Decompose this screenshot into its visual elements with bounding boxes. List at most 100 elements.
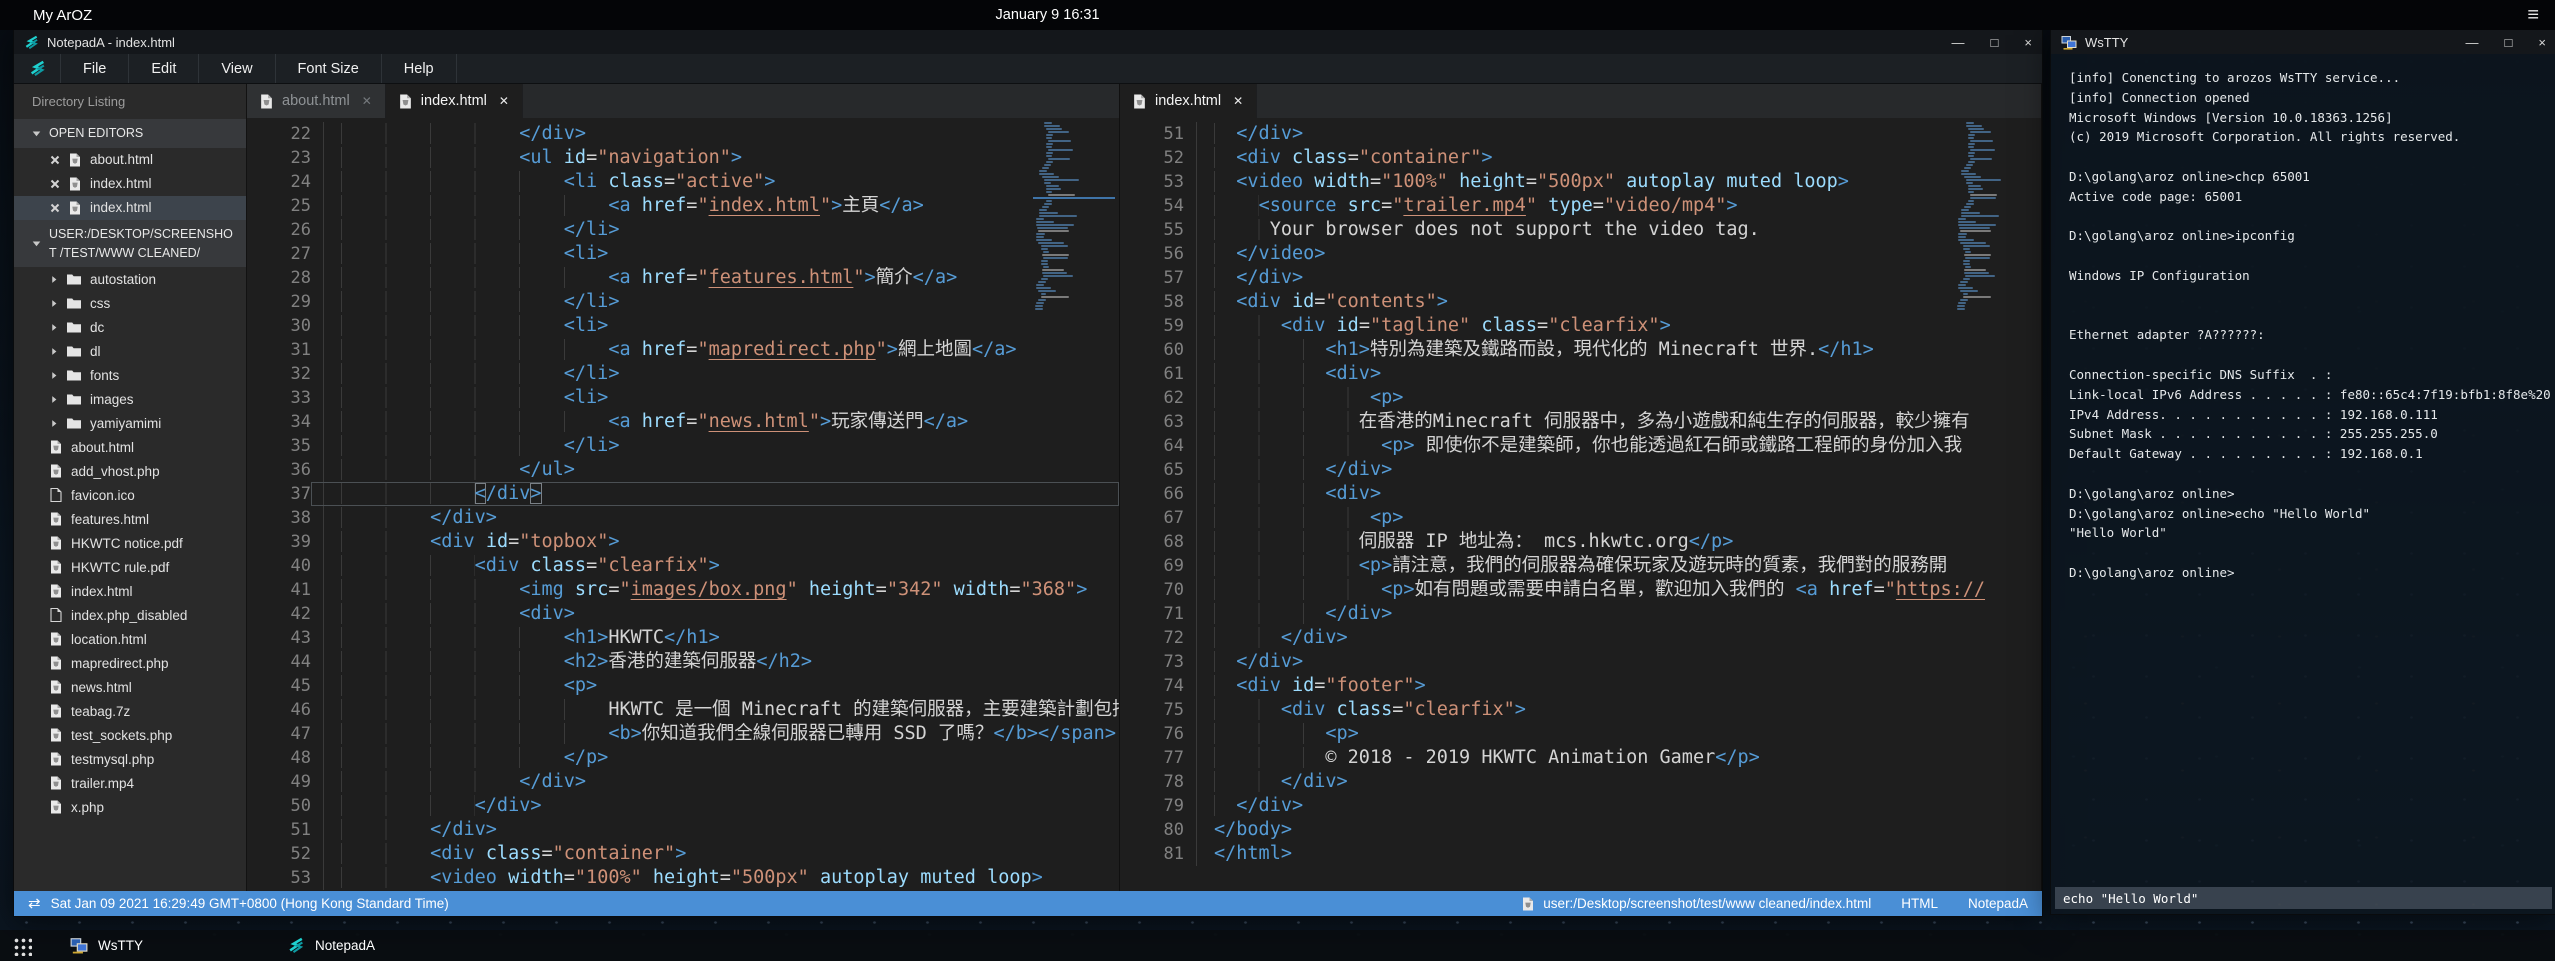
code-line[interactable]: 31 <a href="mapredirect.php">網上地圖</a> — [247, 338, 1119, 362]
code-line[interactable]: 54 <source src="trailer.mp4" type="video… — [1120, 194, 2041, 218]
file-item[interactable]: index.html — [14, 579, 246, 603]
code-line[interactable]: 45 <p> — [247, 674, 1119, 698]
folder-item[interactable]: css — [14, 291, 246, 315]
code-line[interactable]: 41 <img src="images/box.png" height="342… — [247, 578, 1119, 602]
minimize-icon[interactable]: — — [2466, 36, 2479, 49]
code-line[interactable]: 30 <li> — [247, 314, 1119, 338]
code-line[interactable]: 65 </div> — [1120, 458, 2041, 482]
code-line[interactable]: 67 <p> — [1120, 506, 2041, 530]
code-line[interactable]: 57 </div> — [1120, 266, 2041, 290]
code-line[interactable]: 49 </div> — [247, 770, 1119, 794]
code-editor[interactable]: 51 </div>52 <div class="container">53 <v… — [1120, 118, 2041, 891]
hamburger-icon[interactable]: ≡ — [2527, 5, 2539, 25]
folder-item[interactable]: images — [14, 387, 246, 411]
editor-tab[interactable]: about.html✕ — [247, 84, 386, 118]
menu-file[interactable]: File — [61, 54, 129, 83]
code-line[interactable]: 48 </p> — [247, 746, 1119, 770]
taskbar-item-wstty[interactable]: WsTTY — [54, 930, 159, 961]
taskbar-item-notepada[interactable]: NotepadA — [271, 930, 391, 961]
menu-font-size[interactable]: Font Size — [276, 54, 382, 83]
file-item[interactable]: location.html — [14, 627, 246, 651]
code-line[interactable]: 43 <h1>HKWTC</h1> — [247, 626, 1119, 650]
file-item[interactable]: x.php — [14, 795, 246, 819]
close-icon[interactable]: × — [2538, 36, 2546, 49]
close-icon[interactable]: × — [2024, 36, 2032, 49]
code-line[interactable]: 52 <div class="container"> — [1120, 146, 2041, 170]
open-editor-item[interactable]: index.html — [14, 172, 246, 196]
code-line[interactable]: 46 HKWTC 是一個 Minecraft 的建築伺服器，主要建築計劃包括鐵路 — [247, 698, 1119, 722]
maximize-icon[interactable]: □ — [1991, 36, 1999, 49]
file-item[interactable]: teabag.7z — [14, 699, 246, 723]
file-item[interactable]: news.html — [14, 675, 246, 699]
code-line[interactable]: 63 在香港的Minecraft 伺服器中，多為小遊戲和純生存的伺服器，較少擁有 — [1120, 410, 2041, 434]
code-line[interactable]: 71 </div> — [1120, 602, 2041, 626]
folder-item[interactable]: autostation — [14, 267, 246, 291]
menu-view[interactable]: View — [199, 54, 275, 83]
code-line[interactable]: 56 </video> — [1120, 242, 2041, 266]
file-item[interactable]: test_sockets.php — [14, 723, 246, 747]
minimap[interactable] — [1957, 122, 2035, 542]
maximize-icon[interactable]: □ — [2505, 36, 2513, 49]
wstty-titlebar[interactable]: WsTTY — □ × — [2051, 30, 2555, 54]
code-line[interactable]: 75 <div class="clearfix"> — [1120, 698, 2041, 722]
code-line[interactable]: 80</body> — [1120, 818, 2041, 842]
statusbar-file[interactable]: user:/Desktop/screenshot/test/www cleane… — [1522, 896, 1871, 911]
file-item[interactable]: index.php_disabled — [14, 603, 246, 627]
minimize-icon[interactable]: — — [1952, 36, 1965, 49]
code-line[interactable]: 44 <h2>香港的建築伺服器</h2> — [247, 650, 1119, 674]
code-line[interactable]: 42 <div> — [247, 602, 1119, 626]
terminal-input[interactable]: echo "Hello World" — [2055, 887, 2552, 909]
code-line[interactable]: 73 </div> — [1120, 650, 2041, 674]
code-line[interactable]: 47 <b>你知道我們全線伺服器已轉用 SSD 了嗎？</b></span> — [247, 722, 1119, 746]
file-item[interactable]: about.html — [14, 435, 246, 459]
file-item[interactable]: testmysql.php — [14, 747, 246, 771]
code-line[interactable]: 66 <div> — [1120, 482, 2041, 506]
file-item[interactable]: trailer.mp4 — [14, 771, 246, 795]
notepad-titlebar[interactable]: NotepadA - index.html — □ × — [14, 30, 2042, 54]
close-icon[interactable]: ✕ — [499, 94, 509, 108]
folder-item[interactable]: fonts — [14, 363, 246, 387]
code-line[interactable]: 72 </div> — [1120, 626, 2041, 650]
code-line[interactable]: 81</html> — [1120, 842, 2041, 866]
file-item[interactable]: mapredirect.php — [14, 651, 246, 675]
code-line[interactable]: 62 <p> — [1120, 386, 2041, 410]
code-line[interactable]: 77 © 2018 - 2019 HKWTC Animation Gamer</… — [1120, 746, 2041, 770]
code-line[interactable]: 61 <div> — [1120, 362, 2041, 386]
menu-edit[interactable]: Edit — [129, 54, 199, 83]
code-line[interactable]: 29 </li> — [247, 290, 1119, 314]
code-line[interactable]: 76 <p> — [1120, 722, 2041, 746]
code-line[interactable]: 35 </li> — [247, 434, 1119, 458]
code-line[interactable]: 64 <p> 即使你不是建築師，你也能透過紅石師或鐵路工程師的身份加入我 — [1120, 434, 2041, 458]
code-line[interactable]: 27 <li> — [247, 242, 1119, 266]
file-item[interactable]: HKWTC rule.pdf — [14, 555, 246, 579]
code-line[interactable]: 51 </div> — [247, 818, 1119, 842]
code-line[interactable]: 74 <div id="footer"> — [1120, 674, 2041, 698]
code-line[interactable]: 33 <li> — [247, 386, 1119, 410]
folder-item[interactable]: dl — [14, 339, 246, 363]
editor-tab[interactable]: index.html✕ — [386, 84, 523, 118]
code-line[interactable]: 39 <div id="topbox"> — [247, 530, 1119, 554]
code-line[interactable]: 24 <li class="active"> — [247, 170, 1119, 194]
code-line[interactable]: 36 </ul> — [247, 458, 1119, 482]
code-line[interactable]: 32 </li> — [247, 362, 1119, 386]
code-line[interactable]: 53 <video width="100%" height="500px" au… — [1120, 170, 2041, 194]
code-line[interactable]: 34 <a href="news.html">玩家傳送門</a> — [247, 410, 1119, 434]
statusbar-language[interactable]: HTML — [1901, 896, 1938, 911]
folder-item[interactable]: dc — [14, 315, 246, 339]
code-line[interactable]: 78 </div> — [1120, 770, 2041, 794]
app-grid-icon[interactable] — [12, 936, 32, 956]
close-icon[interactable]: ✕ — [1233, 94, 1243, 108]
minimap[interactable] — [1035, 122, 1113, 542]
terminal-body[interactable]: [info] Conencting to arozos WsTTY servic… — [2051, 54, 2555, 914]
code-line[interactable]: 37 </div> — [247, 482, 1119, 506]
open-editors-section[interactable]: OPEN EDITORS — [14, 119, 246, 148]
code-line[interactable]: 68 伺服器 IP 地址為： mcs.hkwtc.org</p> — [1120, 530, 2041, 554]
code-line[interactable]: 40 <div class="clearfix"> — [247, 554, 1119, 578]
workspace-section[interactable]: USER:/DESKTOP/SCREENSHOT /TEST/WWW CLEAN… — [14, 220, 246, 268]
code-line[interactable]: 60 <h1>特別為建築及鐵路而設，現代化的 Minecraft 世界.</h1… — [1120, 338, 2041, 362]
open-editor-item[interactable]: index.html — [14, 196, 246, 220]
code-line[interactable]: 26 </li> — [247, 218, 1119, 242]
code-line[interactable]: 69 <p>請注意，我們的伺服器為確保玩家及遊玩時的質素，我們對的服務開 — [1120, 554, 2041, 578]
code-line[interactable]: 53 <video width="100%" height="500px" au… — [247, 866, 1119, 890]
menu-help[interactable]: Help — [382, 54, 457, 83]
